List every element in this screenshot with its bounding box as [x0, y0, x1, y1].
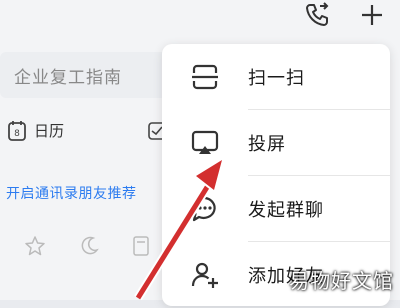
add-friend-icon — [190, 260, 220, 290]
group-chat-icon — [190, 194, 220, 224]
menu-item-group-chat[interactable]: 发起群聊 — [162, 176, 390, 242]
bottom-icon-row — [0, 235, 168, 265]
document-icon[interactable] — [130, 235, 152, 257]
contact-recommend-link[interactable]: 开启通讯录朋友推荐 — [6, 183, 137, 203]
star-icon[interactable] — [24, 235, 46, 257]
search-bar[interactable]: 企业复工指南 — [0, 52, 168, 98]
screen-cast-icon — [190, 128, 220, 158]
watermark-text: 易物好文馆 — [289, 269, 394, 293]
quick-actions: 8 日历 — [0, 114, 168, 150]
top-bar — [0, 0, 400, 44]
calendar-label[interactable]: 日历 — [34, 120, 64, 141]
search-placeholder: 企业复工指南 — [14, 68, 122, 88]
menu-item-screen-cast[interactable]: 投屏 — [162, 110, 390, 176]
menu-label-screen-cast: 投屏 — [248, 134, 286, 155]
svg-text:8: 8 — [14, 129, 20, 139]
menu-label-group-chat: 发起群聊 — [248, 200, 324, 221]
menu-item-scan[interactable]: 扫一扫 — [162, 44, 390, 110]
moon-icon[interactable] — [78, 235, 100, 257]
scan-icon — [190, 62, 220, 92]
phone-icon[interactable] — [300, 0, 334, 30]
plus-icon[interactable] — [355, 0, 389, 30]
calendar-icon[interactable]: 8 — [7, 120, 27, 142]
menu-label-scan: 扫一扫 — [248, 68, 305, 89]
